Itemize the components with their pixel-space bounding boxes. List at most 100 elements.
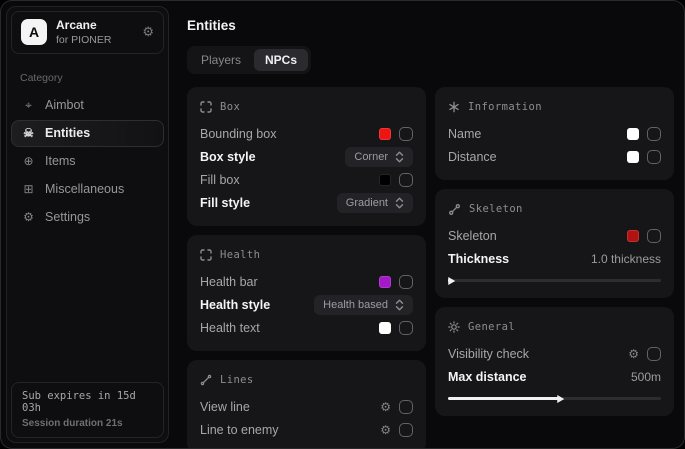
page-title: Entities xyxy=(187,18,674,33)
corner-brackets-icon xyxy=(200,101,212,113)
setting-label: Health bar xyxy=(200,275,258,289)
sidebar-item-settings[interactable]: ⚙ Settings xyxy=(11,204,164,231)
app-meta: Arcane for PIONER xyxy=(56,19,111,46)
sidebar-item-items[interactable]: ⊕ Items xyxy=(11,148,164,175)
setting-row: Box style Corner xyxy=(200,145,413,168)
visibility-check-settings-icon[interactable]: ⚙ xyxy=(628,347,639,361)
skeleton-checkbox[interactable] xyxy=(647,229,661,243)
slider-fill xyxy=(448,397,559,400)
setting-row: Name xyxy=(448,122,661,145)
setting-row: Fill box xyxy=(200,168,413,191)
diagonal-line-icon xyxy=(200,374,212,386)
skeleton-card-header: Skeleton xyxy=(448,199,661,219)
skeleton-color-swatch[interactable] xyxy=(627,230,639,242)
settings-icon: ⚙ xyxy=(21,210,36,224)
setting-label: Distance xyxy=(448,150,497,164)
distance-checkbox[interactable] xyxy=(647,150,661,164)
gear-icon[interactable]: ⚙ xyxy=(142,24,154,40)
health-text-color-swatch[interactable] xyxy=(379,322,391,334)
sidebar-item-aimbot[interactable]: ⌖ Aimbot xyxy=(11,92,164,119)
card-title: Box xyxy=(220,101,240,113)
general-card-header: General xyxy=(448,317,661,337)
visibility-check-checkbox[interactable] xyxy=(647,347,661,361)
entities-icon: ☠ xyxy=(21,126,36,140)
setting-row: Health bar xyxy=(200,270,413,293)
setting-label: Fill style xyxy=(200,196,250,210)
setting-row: Visibility check ⚙ xyxy=(448,342,661,365)
max-distance-slider[interactable] xyxy=(448,397,661,400)
right-column: Information Name Distance xyxy=(435,87,674,416)
fill-box-checkbox[interactable] xyxy=(399,173,413,187)
health-bar-color-swatch[interactable] xyxy=(379,276,391,288)
app-window: A Arcane for PIONER ⚙ Category ⌖ Aimbot … xyxy=(0,0,685,449)
view-line-checkbox[interactable] xyxy=(399,400,413,414)
sidebar-item-entities[interactable]: ☠ Entities xyxy=(11,120,164,147)
setting-label: Line to enemy xyxy=(200,423,279,437)
box-style-dropdown[interactable]: Corner xyxy=(345,147,413,167)
slider-thumb[interactable] xyxy=(557,395,564,403)
corner-brackets-icon xyxy=(200,249,212,261)
bounding-box-checkbox[interactable] xyxy=(399,127,413,141)
slider-label-row: Max distance 500m xyxy=(448,365,661,388)
left-column: Box Bounding box Box style Corner xyxy=(187,87,426,448)
thickness-slider[interactable] xyxy=(448,279,661,282)
sun-icon xyxy=(448,321,460,333)
sidebar-item-miscellaneous[interactable]: ⊞ Miscellaneous xyxy=(11,176,164,203)
setting-label: Thickness xyxy=(448,252,509,266)
subscription-expiry: Sub expires in 15d 03h xyxy=(22,390,153,414)
setting-row: Fill style Gradient xyxy=(200,191,413,214)
line-to-enemy-checkbox[interactable] xyxy=(399,423,413,437)
setting-row: Distance xyxy=(448,145,661,168)
setting-label: Bounding box xyxy=(200,127,276,141)
health-text-checkbox[interactable] xyxy=(399,321,413,335)
general-card: General Visibility check ⚙ Max distance … xyxy=(435,307,674,416)
cards-grid: Box Bounding box Box style Corner xyxy=(187,87,674,448)
setting-label: Fill box xyxy=(200,173,240,187)
setting-label: Health style xyxy=(200,298,270,312)
view-line-settings-icon[interactable]: ⚙ xyxy=(380,400,391,414)
tab-npcs[interactable]: NPCs xyxy=(254,49,308,71)
setting-label: View line xyxy=(200,400,250,414)
sidebar-item-label: Aimbot xyxy=(45,98,84,112)
bounding-box-color-swatch[interactable] xyxy=(379,128,391,140)
name-checkbox[interactable] xyxy=(647,127,661,141)
fill-box-color-swatch[interactable] xyxy=(379,174,391,186)
card-title: Information xyxy=(468,101,542,113)
setting-row: Skeleton xyxy=(448,224,661,247)
information-card: Information Name Distance xyxy=(435,87,674,180)
setting-label: Visibility check xyxy=(448,347,529,361)
distance-color-swatch[interactable] xyxy=(627,151,639,163)
sidebar-nav: ⌖ Aimbot ☠ Entities ⊕ Items ⊞ Miscellane… xyxy=(7,92,168,231)
slider-thumb[interactable] xyxy=(448,277,455,285)
bone-icon xyxy=(448,203,461,216)
tab-players[interactable]: Players xyxy=(190,49,252,71)
setting-label: Box style xyxy=(200,150,256,164)
aimbot-icon: ⌖ xyxy=(21,98,36,113)
chevrons-up-down-icon xyxy=(395,197,404,209)
sidebar: A Arcane for PIONER ⚙ Category ⌖ Aimbot … xyxy=(1,1,174,448)
chevrons-up-down-icon xyxy=(395,299,404,311)
dropdown-value: Corner xyxy=(354,151,388,163)
lines-card: Lines View line ⚙ Line to enemy ⚙ xyxy=(187,360,426,448)
health-card: Health Health bar Health style Health ba… xyxy=(187,235,426,351)
miscellaneous-icon: ⊞ xyxy=(21,182,36,196)
app-subtitle: for PIONER xyxy=(56,34,111,46)
health-bar-checkbox[interactable] xyxy=(399,275,413,289)
app-header: A Arcane for PIONER ⚙ xyxy=(11,11,164,54)
app-name: Arcane xyxy=(56,19,111,33)
lines-card-header: Lines xyxy=(200,370,413,390)
sidebar-item-label: Miscellaneous xyxy=(45,182,124,196)
sidebar-panel: A Arcane for PIONER ⚙ Category ⌖ Aimbot … xyxy=(6,6,169,443)
setting-label: Skeleton xyxy=(448,229,497,243)
session-duration: Session duration 21s xyxy=(22,418,153,429)
name-color-swatch[interactable] xyxy=(627,128,639,140)
category-label: Category xyxy=(20,72,155,84)
card-title: Health xyxy=(220,249,260,261)
line-to-enemy-settings-icon[interactable]: ⚙ xyxy=(380,423,391,437)
fill-style-dropdown[interactable]: Gradient xyxy=(337,193,413,213)
health-style-dropdown[interactable]: Health based xyxy=(314,295,413,315)
setting-label: Health text xyxy=(200,321,260,335)
box-card-header: Box xyxy=(200,97,413,117)
sidebar-item-label: Entities xyxy=(45,126,90,140)
dropdown-value: Health based xyxy=(323,299,388,311)
